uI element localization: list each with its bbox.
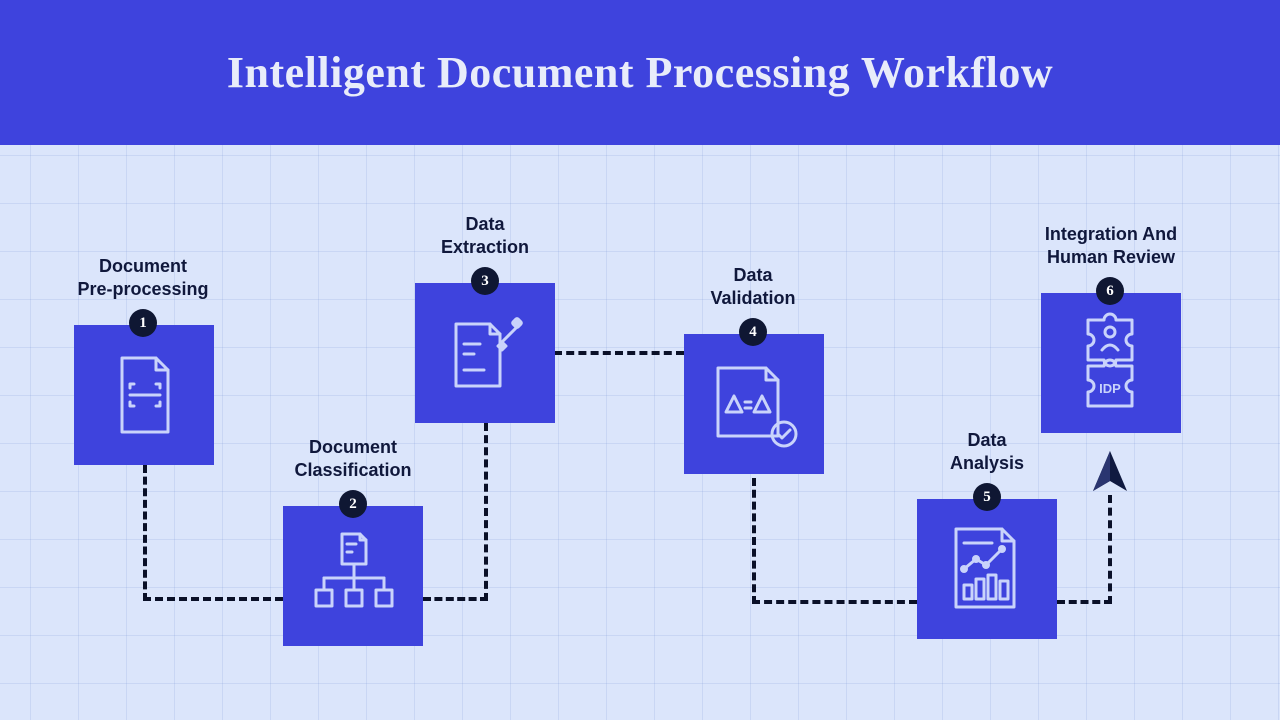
diagram-canvas: Document Pre-processing 1 Document Class… [0,145,1280,720]
step-1-box [74,325,214,465]
connector-2-3-v [484,423,488,601]
step-3-box [415,283,555,423]
step-5-label: Data Analysis [897,429,1077,474]
step-6-box: IDP [1041,293,1181,433]
step-4-box [684,334,824,474]
diagram-header: Intelligent Document Processing Workflow [0,0,1280,145]
document-edit-icon [440,308,530,398]
step-2-label-line2: Classification [294,460,411,480]
puzzle-idp-text: IDP [1099,381,1121,396]
step-6-label-line1: Integration And [1045,224,1177,244]
step-5-label-line2: Analysis [950,453,1024,473]
step-6-label: Integration And Human Review [1021,223,1201,268]
step-4-badge: 4 [739,318,767,346]
connector-5-6-h [1057,600,1112,604]
step-5-box [917,499,1057,639]
diagram-title: Intelligent Document Processing Workflow [227,47,1053,98]
step-3-label-line1: Data [465,214,504,234]
document-check-icon [704,354,804,454]
connector-1-2-v [143,465,147,601]
connector-3-4-h [554,351,684,355]
step-4-label: Data Validation [663,264,843,309]
step-4-label-line2: Validation [710,288,795,308]
step-3-label-line2: Extraction [441,237,529,257]
connector-4-5-v [752,478,756,604]
step-6-badge: 6 [1096,277,1124,305]
step-1-badge: 1 [129,309,157,337]
step-2-badge: 2 [339,490,367,518]
connector-1-2-h [143,597,283,601]
step-2-label: Document Classification [263,436,443,481]
connector-4-5-h [752,600,917,604]
puzzle-person-icon: IDP [1066,308,1156,418]
step-3-label: Data Extraction [395,213,575,258]
step-1-label-line1: Document [99,256,187,276]
step-4-label-line1: Data [733,265,772,285]
step-1-label-line2: Pre-processing [77,279,208,299]
connector-5-6-v [1108,495,1112,604]
arrow-up-icon [1093,451,1127,497]
document-chart-icon [942,519,1032,619]
step-2-box [283,506,423,646]
step-5-badge: 5 [973,483,1001,511]
connector-2-3-h [423,597,488,601]
document-hierarchy-icon [308,526,398,626]
step-5-label-line1: Data [967,430,1006,450]
step-1-label: Document Pre-processing [53,255,233,300]
step-3-badge: 3 [471,267,499,295]
step-2-label-line1: Document [309,437,397,457]
step-6-label-line2: Human Review [1047,247,1175,267]
document-scan-icon [104,350,184,440]
